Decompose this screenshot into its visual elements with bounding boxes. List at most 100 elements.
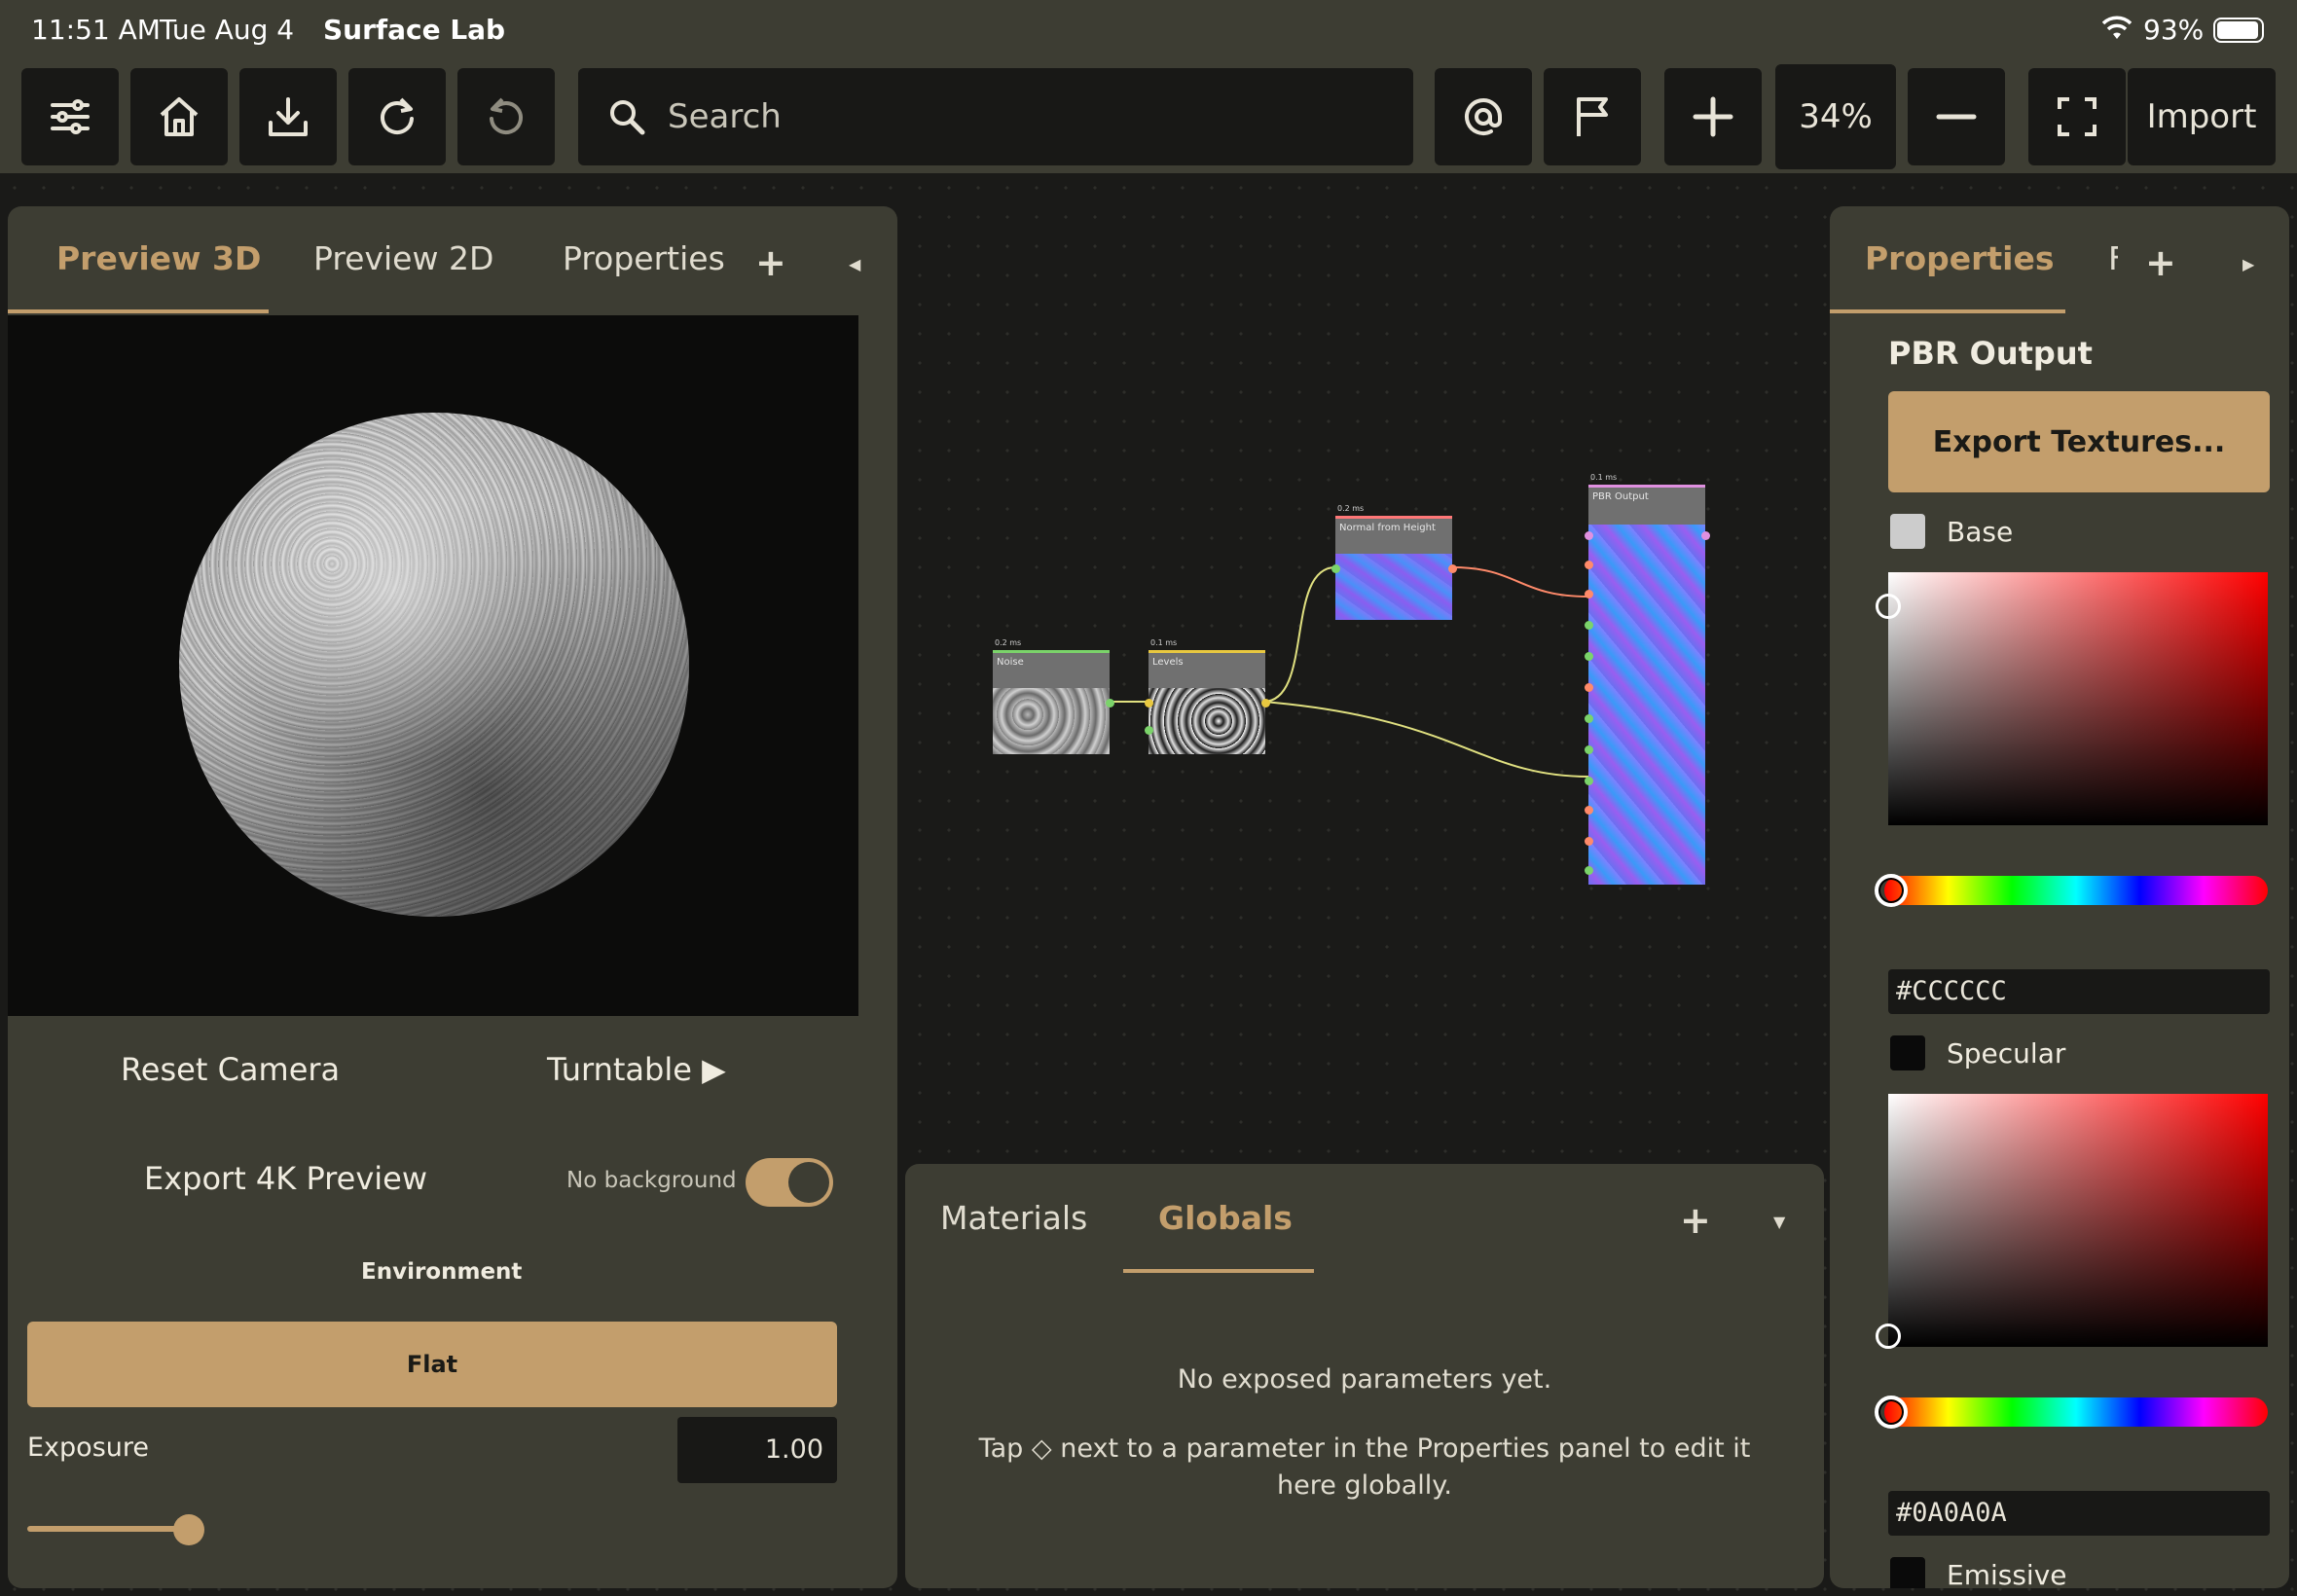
environment-select[interactable]: Flat xyxy=(27,1322,837,1407)
flag-button[interactable] xyxy=(1544,68,1641,165)
active-tab-underline xyxy=(8,309,269,313)
battery-icon xyxy=(2213,18,2264,43)
tab-globals[interactable]: Globals xyxy=(1158,1199,1293,1237)
input-port[interactable] xyxy=(1585,777,1593,785)
input-port[interactable] xyxy=(1585,561,1593,569)
redo-button[interactable] xyxy=(348,68,446,165)
base-hue-slider[interactable] xyxy=(1884,876,2268,905)
specular-hex-field[interactable]: #0A0A0A xyxy=(1888,1491,2270,1536)
export-textures-button[interactable]: Export Textures... xyxy=(1888,391,2270,492)
status-date: Tue Aug 4 xyxy=(160,14,295,46)
output-port[interactable] xyxy=(1261,699,1270,707)
no-background-toggle[interactable] xyxy=(746,1158,833,1207)
tab-truncated[interactable]: F xyxy=(2108,239,2118,277)
add-tab-button[interactable]: + xyxy=(755,241,786,284)
panel-menu-icon[interactable]: ▼ xyxy=(1773,1213,1785,1231)
menu-button[interactable] xyxy=(21,68,119,165)
input-port[interactable] xyxy=(1145,726,1153,735)
add-tab-button[interactable]: + xyxy=(1680,1199,1711,1242)
search-placeholder: Search xyxy=(668,97,782,136)
graph-node-normal-from-height[interactable]: 0.2 ms Normal from Height xyxy=(1331,504,1457,620)
specular-color-swatch[interactable] xyxy=(1890,1035,1925,1070)
active-tab-underline xyxy=(1830,309,2065,313)
home-icon xyxy=(160,97,199,136)
input-port[interactable] xyxy=(1585,866,1593,875)
collapse-left-icon[interactable]: ◀ xyxy=(849,255,860,273)
graph-node-levels[interactable]: 0.1 ms Levels xyxy=(1145,638,1270,754)
node-time: 0.1 ms xyxy=(1590,473,1618,482)
fullscreen-button[interactable] xyxy=(2028,68,2126,165)
menu-icon xyxy=(51,99,90,134)
import-button[interactable]: Import xyxy=(2128,68,2276,165)
undo-icon xyxy=(490,97,523,135)
emissive-label: Emissive xyxy=(1947,1559,2067,1588)
zoom-level: 34% xyxy=(1775,64,1896,169)
status-bar: 11:51 AM Tue Aug 4 Surface Lab 93% xyxy=(0,0,2297,60)
3d-viewport[interactable] xyxy=(8,315,858,1016)
collapse-right-icon[interactable]: ▶ xyxy=(2242,255,2254,273)
graph-node-noise[interactable]: 0.2 ms Noise xyxy=(993,638,1114,754)
tab-properties[interactable]: Properties xyxy=(1865,239,2055,277)
input-port[interactable] xyxy=(1585,652,1593,661)
properties-panel: Properties F + ▶ PBR Output Export Textu… xyxy=(1830,206,2289,1588)
input-port[interactable] xyxy=(1585,837,1593,846)
output-port[interactable] xyxy=(1106,699,1114,707)
output-port[interactable] xyxy=(1701,531,1710,540)
input-port[interactable] xyxy=(1585,531,1593,540)
download-button[interactable] xyxy=(239,68,337,165)
node-title: Noise xyxy=(997,657,1024,668)
preview-panel: Preview 3D Preview 2D Properties + ◀ Res… xyxy=(8,206,897,1588)
node-time: 0.2 ms xyxy=(995,638,1022,647)
exposure-slider-track[interactable] xyxy=(27,1526,191,1532)
base-color-picker[interactable] xyxy=(1876,572,2268,825)
turntable-button[interactable]: Turntable ▶ xyxy=(547,1051,726,1088)
exposure-field[interactable]: 1.00 xyxy=(677,1417,837,1483)
sphere-shading xyxy=(179,413,689,917)
input-port[interactable] xyxy=(1585,806,1593,815)
search-input[interactable]: Search xyxy=(578,68,1413,165)
color-picker-cursor[interactable] xyxy=(1876,594,1901,619)
zoom-out-button[interactable] xyxy=(1908,68,2005,165)
tab-properties[interactable]: Properties xyxy=(563,239,725,277)
add-tab-button[interactable]: + xyxy=(2145,241,2176,284)
node-thumbnail xyxy=(1148,688,1265,754)
export-preview-button[interactable]: Export 4K Preview xyxy=(144,1160,427,1197)
tab-preview-3d[interactable]: Preview 3D xyxy=(56,239,261,277)
tab-preview-2d[interactable]: Preview 2D xyxy=(313,239,493,277)
input-port[interactable] xyxy=(1145,699,1153,707)
base-hex-field[interactable]: #CCCCCC xyxy=(1888,969,2270,1014)
specular-color-picker[interactable] xyxy=(1876,1094,2268,1349)
zoom-in-button[interactable] xyxy=(1664,68,1762,165)
node-time: 0.1 ms xyxy=(1150,638,1178,647)
hue-slider-handle[interactable] xyxy=(1875,874,1908,907)
tab-materials[interactable]: Materials xyxy=(940,1199,1087,1237)
base-label: Base xyxy=(1947,516,2014,548)
reset-camera-button[interactable]: Reset Camera xyxy=(121,1051,340,1088)
empty-state-title: No exposed parameters yet. xyxy=(1177,1364,1552,1395)
node-title: PBR Output xyxy=(1592,491,1649,502)
specular-hue-slider[interactable] xyxy=(1884,1397,2268,1427)
undo-button[interactable] xyxy=(457,68,555,165)
emissive-color-swatch[interactable] xyxy=(1890,1557,1925,1588)
graph-node-pbr-output[interactable]: 0.1 ms PBR Output xyxy=(1585,473,1710,885)
home-button[interactable] xyxy=(130,68,228,165)
at-button[interactable] xyxy=(1435,68,1532,165)
hue-slider-handle[interactable] xyxy=(1875,1396,1908,1429)
input-port[interactable] xyxy=(1585,714,1593,723)
color-picker-cursor[interactable] xyxy=(1876,1324,1901,1349)
environment-label: Environment xyxy=(361,1259,523,1285)
node-thumbnail xyxy=(1335,554,1452,620)
input-port[interactable] xyxy=(1585,590,1593,598)
input-port[interactable] xyxy=(1585,621,1593,630)
wifi-icon xyxy=(2102,16,2132,39)
flag-icon xyxy=(1577,97,1608,136)
input-port[interactable] xyxy=(1585,745,1593,754)
input-port[interactable] xyxy=(1585,683,1593,692)
exposure-label: Exposure xyxy=(27,1433,149,1463)
exposure-slider-handle[interactable] xyxy=(173,1514,204,1545)
base-color-swatch[interactable] xyxy=(1890,514,1925,549)
node-thumbnail xyxy=(993,688,1110,754)
no-background-label: No background xyxy=(566,1168,737,1193)
input-port[interactable] xyxy=(1331,564,1340,573)
output-port[interactable] xyxy=(1448,564,1457,573)
